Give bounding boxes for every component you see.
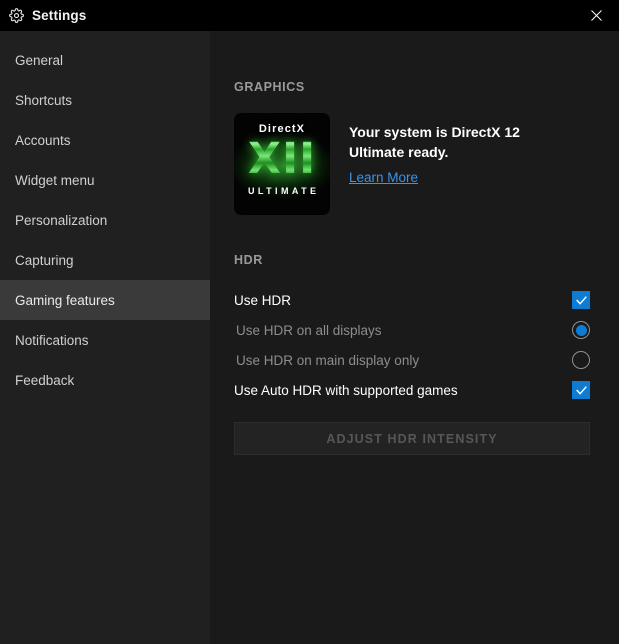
sidebar-item-accounts[interactable]: Accounts: [0, 120, 210, 160]
sidebar-item-notifications[interactable]: Notifications: [0, 320, 210, 360]
title-bar: Settings: [0, 0, 619, 31]
sidebar-item-widget-menu[interactable]: Widget menu: [0, 160, 210, 200]
sidebar-item-label: Accounts: [15, 133, 71, 148]
hdr-options-list: Use HDR Use HDR on all displays Use HDR …: [234, 285, 590, 405]
directx-status-text: Your system is DirectX 12 Ultimate ready…: [349, 122, 575, 163]
row-use-auto-hdr[interactable]: Use Auto HDR with supported games: [234, 375, 590, 405]
close-button[interactable]: [573, 0, 619, 31]
use-hdr-main-display-radio[interactable]: [572, 351, 590, 369]
sidebar-item-feedback[interactable]: Feedback: [0, 360, 210, 400]
settings-window: Settings General Shortcuts Accounts Widg…: [0, 0, 619, 644]
use-hdr-all-displays-radio[interactable]: [572, 321, 590, 339]
sidebar-item-shortcuts[interactable]: Shortcuts: [0, 80, 210, 120]
row-label: Use HDR on all displays: [234, 323, 382, 338]
directx-text-column: Your system is DirectX 12 Ultimate ready…: [349, 113, 575, 188]
graphics-section-title: GRAPHICS: [234, 31, 619, 94]
content-pane: GRAPHICS DirectX XII ULTIMATE Your syste…: [210, 31, 619, 644]
learn-more-link[interactable]: Learn More: [349, 170, 418, 185]
sidebar-item-gaming-features[interactable]: Gaming features: [0, 280, 210, 320]
sidebar-item-label: Personalization: [15, 213, 107, 228]
sidebar-item-label: Notifications: [15, 333, 89, 348]
check-icon: [575, 384, 588, 397]
directx-info-block: DirectX XII ULTIMATE Your system is Dire…: [234, 113, 619, 215]
directx-ultimate-logo: DirectX XII ULTIMATE: [234, 113, 330, 215]
sidebar-item-general[interactable]: General: [0, 40, 210, 80]
sidebar-item-label: Shortcuts: [15, 93, 72, 108]
sidebar-item-label: Feedback: [15, 373, 74, 388]
close-icon: [589, 8, 604, 23]
auto-hdr-checkbox[interactable]: [572, 381, 590, 399]
adjust-hdr-intensity-label: ADJUST HDR INTENSITY: [326, 432, 497, 446]
check-icon: [575, 294, 588, 307]
logo-xii-text: XII: [248, 138, 316, 181]
logo-ultimate-text: ULTIMATE: [245, 187, 320, 196]
hdr-section-title: HDR: [234, 254, 619, 267]
row-use-hdr-all-displays[interactable]: Use HDR on all displays: [234, 315, 590, 345]
logo-directx-text: DirectX: [259, 124, 305, 135]
sidebar-item-label: Widget menu: [15, 173, 95, 188]
sidebar-item-capturing[interactable]: Capturing: [0, 240, 210, 280]
window-title: Settings: [32, 9, 86, 23]
sidebar-item-personalization[interactable]: Personalization: [0, 200, 210, 240]
sidebar-item-label: Capturing: [15, 253, 74, 268]
row-use-hdr-main-display-only[interactable]: Use HDR on main display only: [234, 345, 590, 375]
row-label: Use HDR on main display only: [234, 353, 419, 368]
window-body: General Shortcuts Accounts Widget menu P…: [0, 31, 619, 644]
row-label: Use Auto HDR with supported games: [234, 383, 458, 398]
radio-dot: [576, 325, 587, 336]
sidebar-item-label: Gaming features: [15, 293, 115, 308]
gear-icon: [9, 8, 24, 23]
use-hdr-checkbox[interactable]: [572, 291, 590, 309]
row-label: Use HDR: [234, 293, 291, 308]
row-use-hdr[interactable]: Use HDR: [234, 285, 590, 315]
adjust-hdr-intensity-button[interactable]: ADJUST HDR INTENSITY: [234, 422, 590, 455]
sidebar: General Shortcuts Accounts Widget menu P…: [0, 31, 210, 644]
sidebar-item-label: General: [15, 53, 63, 68]
title-bar-left: Settings: [0, 8, 86, 23]
